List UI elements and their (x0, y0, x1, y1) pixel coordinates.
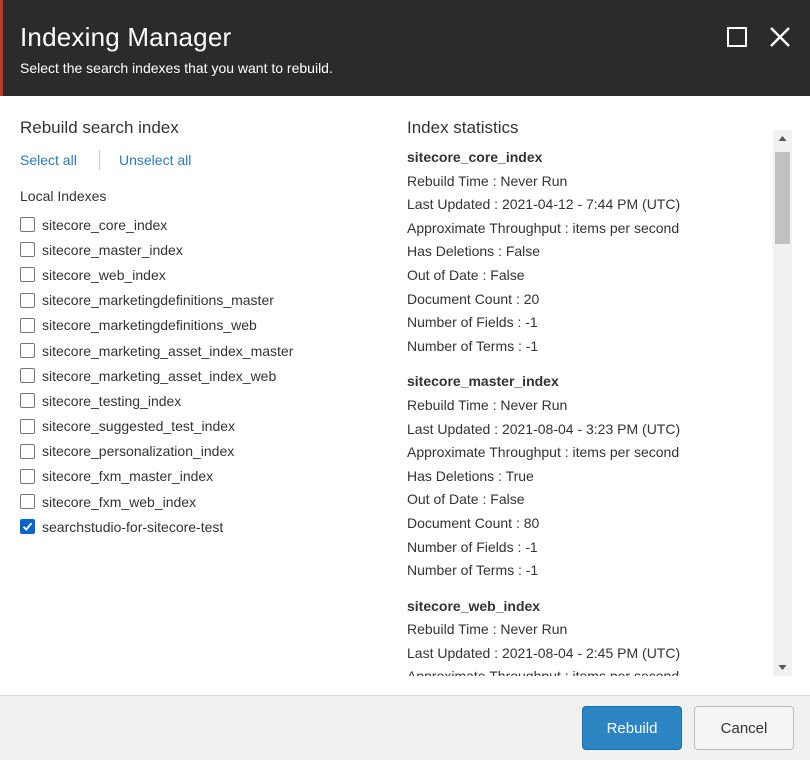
check-icon (22, 522, 33, 532)
index-checkbox-list: sitecore_core_index sitecore_master_index… (20, 212, 380, 539)
statistics-line: Document Count : 20 (407, 290, 540, 307)
index-item[interactable]: sitecore_testing_index (20, 388, 380, 413)
index-item[interactable]: sitecore_marketingdefinitions_web (20, 313, 380, 338)
index-item-label: sitecore_marketing_asset_index_web (42, 367, 277, 384)
checkbox-checked[interactable] (20, 519, 35, 535)
scroll-down-button[interactable] (773, 659, 792, 676)
index-item-label: sitecore_marketingdefinitions_master (42, 292, 274, 309)
rebuild-heading: Rebuild search index (20, 118, 179, 137)
checkbox[interactable] (20, 494, 35, 510)
checkbox[interactable] (20, 368, 35, 384)
index-item-label: sitecore_marketing_asset_index_master (42, 342, 294, 359)
checkbox[interactable] (20, 292, 35, 308)
statistics-index-name: sitecore_web_index (407, 597, 541, 614)
maximize-button[interactable] (724, 24, 750, 50)
statistics-line: Rebuild Time : Never Run (407, 172, 568, 189)
rebuild-button[interactable]: Rebuild (582, 706, 682, 750)
index-item[interactable]: searchstudio-for-sitecore-test (20, 514, 380, 539)
triangle-up-icon (778, 136, 787, 141)
statistics-line: Number of Fields : -1 (407, 538, 538, 555)
index-item[interactable]: sitecore_marketing_asset_index_master (20, 338, 380, 363)
link-divider (99, 150, 100, 170)
statistics-line: Number of Terms : -1 (407, 337, 539, 354)
cancel-button[interactable]: Cancel (694, 706, 794, 750)
statistics-line: Has Deletions : False (407, 243, 541, 260)
index-item[interactable]: sitecore_web_index (20, 262, 380, 287)
statistics-line: Approximate Throughput : items per secon… (407, 219, 680, 236)
statistics-line: Document Count : 80 (407, 514, 540, 531)
statistics-line: Number of Terms : -1 (407, 562, 539, 579)
dialog-title: Indexing Manager (20, 22, 232, 52)
index-item[interactable]: sitecore_personalization_index (20, 439, 380, 464)
select-all-link[interactable]: Select all (20, 152, 77, 168)
index-statistics-block: sitecore_master_index Rebuild Time : Neve… (407, 370, 767, 582)
statistics-line: Number of Fields : -1 (407, 314, 538, 331)
rebuild-pane: Rebuild search index Select all Unselect… (20, 96, 380, 691)
scroll-thumb[interactable] (775, 152, 790, 244)
dialog-header: Indexing Manager Select the search index… (0, 0, 810, 96)
header-accent-strip (0, 0, 3, 96)
checkbox[interactable] (20, 242, 35, 258)
statistics-line: Approximate Throughput : items per secon… (407, 444, 680, 461)
index-item-label: sitecore_marketingdefinitions_web (42, 317, 257, 334)
checkbox[interactable] (20, 393, 35, 409)
index-item-label: sitecore_fxm_web_index (42, 493, 197, 510)
statistics-scroll-area[interactable]: sitecore_core_index Rebuild Time : Never … (407, 146, 767, 676)
statistics-line: Rebuild Time : Never Run (407, 621, 568, 638)
statistics-scrollbar[interactable] (773, 130, 792, 676)
index-item[interactable]: sitecore_marketingdefinitions_master (20, 288, 380, 313)
index-item-label: sitecore_suggested_test_index (42, 418, 236, 435)
statistics-index-name: sitecore_core_index (407, 149, 543, 165)
checkbox[interactable] (20, 468, 35, 484)
index-item-label: searchstudio-for-sitecore-test (42, 518, 224, 535)
index-item-label: sitecore_fxm_master_index (42, 468, 214, 485)
statistics-line: Has Deletions : True (407, 467, 534, 484)
checkbox[interactable] (20, 267, 35, 283)
checkbox[interactable] (20, 317, 35, 333)
statistics-line: Last Updated : 2021-08-04 - 2:45 PM (UTC… (407, 644, 681, 661)
index-statistics-block: sitecore_core_index Rebuild Time : Never … (407, 146, 767, 358)
local-indexes-label: Local Indexes (20, 188, 107, 204)
index-item[interactable]: sitecore_marketing_asset_index_web (20, 363, 380, 388)
dialog-footer: Rebuild Cancel (0, 695, 810, 760)
index-item-label: sitecore_master_index (42, 241, 183, 258)
statistics-line: Approximate Throughput : items per secon… (407, 665, 767, 676)
index-item[interactable]: sitecore_suggested_test_index (20, 414, 380, 439)
index-item[interactable]: sitecore_fxm_web_index (20, 489, 380, 514)
checkbox[interactable] (20, 343, 35, 359)
scroll-up-button[interactable] (773, 130, 792, 147)
statistics-line: Out of Date : False (407, 266, 525, 283)
index-item-label: sitecore_web_index (42, 266, 166, 283)
statistics-heading: Index statistics (407, 118, 519, 137)
statistics-line: Last Updated : 2021-08-04 - 3:23 PM (UTC… (407, 420, 681, 437)
index-item-label: sitecore_personalization_index (42, 443, 235, 460)
index-statistics-block: sitecore_web_index Rebuild Time : Never R… (407, 595, 767, 676)
statistics-index-name: sitecore_master_index (407, 373, 559, 390)
statistics-line: Rebuild Time : Never Run (407, 396, 568, 413)
close-button[interactable] (767, 24, 793, 50)
index-item-label: sitecore_testing_index (42, 392, 182, 409)
index-item[interactable]: sitecore_fxm_master_index (20, 464, 380, 489)
dialog-subtitle: Select the search indexes that you want … (20, 60, 333, 76)
index-item-label: sitecore_core_index (42, 216, 168, 233)
index-item[interactable]: sitecore_master_index (20, 237, 380, 262)
checkbox[interactable] (20, 418, 35, 434)
maximize-icon (727, 27, 747, 47)
triangle-down-icon (778, 665, 787, 670)
checkbox[interactable] (20, 443, 35, 459)
indexing-manager-dialog: Indexing Manager Select the search index… (0, 0, 810, 760)
index-item[interactable]: sitecore_core_index (20, 212, 380, 237)
statistics-line: Out of Date : False (407, 491, 525, 508)
unselect-all-link[interactable]: Unselect all (119, 152, 191, 168)
statistics-line: Last Updated : 2021-04-12 - 7:44 PM (UTC… (407, 196, 681, 213)
statistics-pane: Index statistics sitecore_core_index Rebu… (407, 96, 792, 676)
close-icon (770, 27, 790, 47)
checkbox[interactable] (20, 217, 35, 233)
